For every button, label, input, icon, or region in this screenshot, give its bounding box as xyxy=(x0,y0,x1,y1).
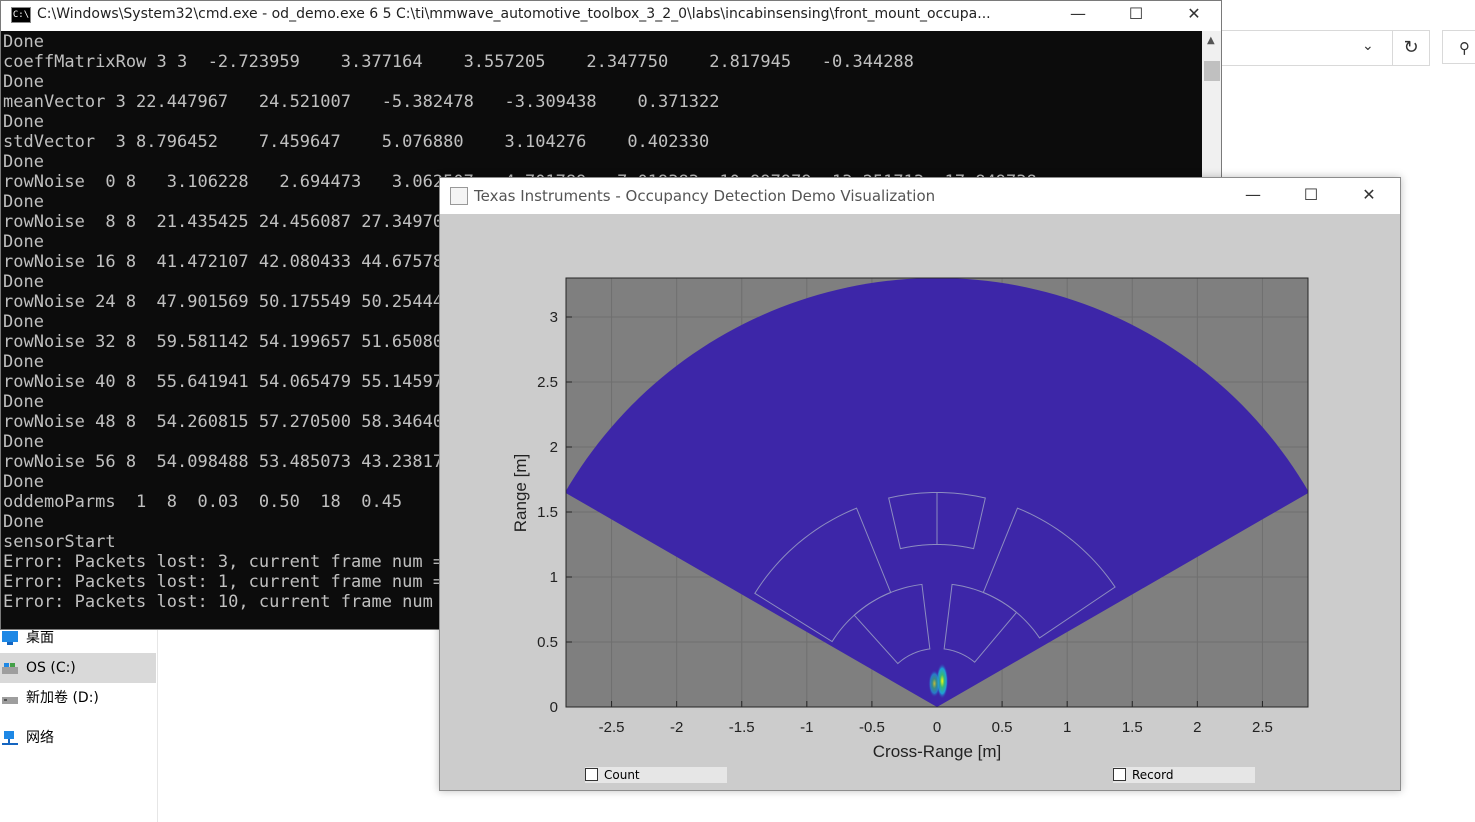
x-tick-label: -0.5 xyxy=(859,719,885,736)
console-line: stdVector 3 8.796452 7.459647 5.076880 3… xyxy=(3,132,710,152)
maximize-button[interactable]: ☐ xyxy=(1282,182,1340,210)
occupancy-viz-window[interactable]: Texas Instruments - Occupancy Detection … xyxy=(439,177,1401,791)
x-tick-label: 2 xyxy=(1193,719,1201,736)
cmd-app-icon: C:\ xyxy=(11,7,31,23)
x-tick-label: 1.5 xyxy=(1122,719,1143,736)
count-checkbox-label: Count xyxy=(604,768,640,782)
cmd-window-title: C:\Windows\System32\cmd.exe - od_demo.ex… xyxy=(37,6,991,22)
y-tick-label: 2.5 xyxy=(537,374,558,391)
scrollbar-thumb[interactable] xyxy=(1204,61,1220,81)
maximize-button[interactable]: ☐ xyxy=(1107,1,1165,29)
console-line: coeffMatrixRow 3 3 -2.723959 3.377164 3.… xyxy=(3,52,914,72)
console-line: Done xyxy=(3,32,44,52)
x-tick-label: -2 xyxy=(670,719,683,736)
y-tick-label: 0 xyxy=(550,699,558,716)
console-line: Done xyxy=(3,72,44,92)
drive-icon xyxy=(2,697,18,704)
y-tick-label: 2 xyxy=(550,439,558,456)
viz-titlebar[interactable]: Texas Instruments - Occupancy Detection … xyxy=(440,178,1400,214)
cmd-titlebar[interactable]: C:\ C:\Windows\System32\cmd.exe - od_dem… xyxy=(1,1,1221,31)
network-icon xyxy=(2,731,18,745)
x-axis-label: Cross-Range [m] xyxy=(873,742,1001,761)
x-tick-label: 0.5 xyxy=(992,719,1013,736)
nav-item-label: 网络 xyxy=(26,730,54,746)
x-tick-labels: -2.5 -2 -1.5 -1 -0.5 0 0.5 1 1.5 2 2.5 xyxy=(599,719,1273,736)
count-checkbox-box[interactable] xyxy=(585,768,598,781)
record-checkbox[interactable]: Record xyxy=(1113,767,1255,783)
x-tick-label: 2.5 xyxy=(1252,719,1273,736)
nav-item-network[interactable]: 网络 xyxy=(0,723,156,753)
search-icon[interactable]: ⚲ xyxy=(1442,30,1475,64)
viz-window-title: Texas Instruments - Occupancy Detection … xyxy=(474,187,936,205)
y-tick-labels: 0 0.5 1 1.5 2 2.5 3 xyxy=(537,309,558,716)
minimize-button[interactable]: — xyxy=(1049,1,1107,29)
minimize-button[interactable]: — xyxy=(1224,182,1282,210)
heatmap-hotspot xyxy=(928,669,941,698)
chevron-down-icon[interactable]: ⌄ xyxy=(1362,38,1374,54)
close-button[interactable]: ✕ xyxy=(1340,182,1398,210)
close-button[interactable]: ✕ xyxy=(1165,1,1221,29)
x-tick-label: 0 xyxy=(933,719,941,736)
occupancy-heatmap-plot: -2.5 -2 -1.5 -1 -0.5 0 0.5 1 1.5 2 2.5 0 0.5 1 1.5 2 2.… xyxy=(511,277,1309,761)
desktop-icon xyxy=(2,631,18,645)
nav-item-new-volume-d[interactable]: 新加卷 (D:) xyxy=(0,683,156,713)
record-checkbox-box[interactable] xyxy=(1113,768,1126,781)
nav-item-label: OS (C:) xyxy=(26,660,76,676)
y-axis-label: Range [m] xyxy=(511,454,530,532)
nav-item-label: 新加卷 (D:) xyxy=(26,690,99,706)
java-app-icon xyxy=(450,187,468,205)
y-tick-label: 0.5 xyxy=(537,634,558,651)
console-line: Done xyxy=(3,112,44,132)
count-checkbox[interactable]: Count xyxy=(585,767,727,783)
y-tick-label: 3 xyxy=(550,309,558,326)
console-line: Done xyxy=(3,152,44,172)
x-tick-label: -1 xyxy=(800,719,813,736)
record-checkbox-label: Record xyxy=(1132,768,1174,782)
nav-pane-divider xyxy=(157,620,158,822)
y-tick-label: 1.5 xyxy=(537,504,558,521)
console-line: meanVector 3 22.447967 24.521007 -5.3824… xyxy=(3,92,720,112)
x-tick-label: -2.5 xyxy=(599,719,625,736)
nav-item-os-c[interactable]: OS (C:) xyxy=(0,653,156,683)
scroll-up-icon[interactable]: ▲ xyxy=(1207,35,1215,46)
y-tick-label: 1 xyxy=(550,569,558,586)
x-tick-label: -1.5 xyxy=(729,719,755,736)
x-tick-label: 1 xyxy=(1063,719,1071,736)
refresh-icon[interactable]: ↻ xyxy=(1392,30,1430,66)
drive-icon xyxy=(2,663,18,674)
